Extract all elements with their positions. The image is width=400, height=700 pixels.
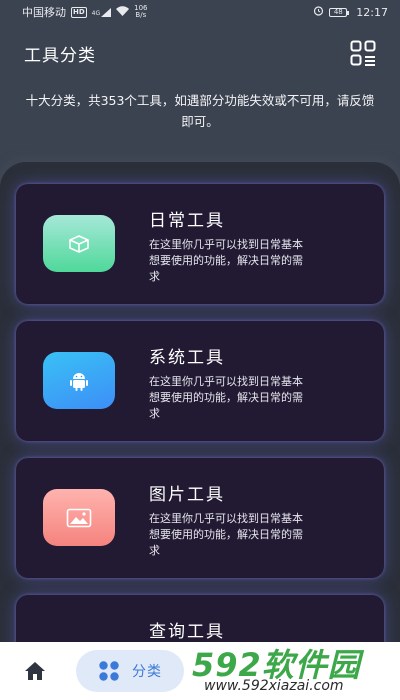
page-subtitle: 十大分类，共353个工具，如遇部分功能失效或不可用，请反馈即可。: [25, 93, 375, 129]
category-grid-icon: [99, 661, 119, 681]
wifi-icon: [116, 5, 130, 19]
box-icon: [69, 234, 89, 253]
category-panel: 日常工具 在这里你几乎可以找到日常基本想要使用的功能，解决日常的需求 系统工具 …: [0, 162, 400, 642]
net-speed: 106 B/s: [134, 5, 147, 19]
network-type: 4G: [91, 9, 101, 17]
card-title: 查询工具: [149, 622, 225, 642]
battery-icon: 48: [329, 7, 350, 17]
carrier-name: 中国移动: [22, 6, 66, 19]
card-title: 图片工具: [149, 485, 225, 505]
home-icon: [25, 662, 45, 680]
nav-home-button[interactable]: [20, 656, 50, 686]
card-title: 日常工具: [149, 211, 225, 231]
hd-badge: HD: [71, 6, 87, 18]
card-icon-bg: [43, 489, 115, 546]
card-icon-bg: [43, 352, 115, 409]
nav-category-button[interactable]: 分类: [76, 650, 184, 692]
grid-menu-button[interactable]: [350, 40, 376, 66]
card-description: 在这里你几乎可以找到日常基本想要使用的功能，解决日常的需求: [149, 512, 303, 557]
card-description: 在这里你几乎可以找到日常基本想要使用的功能，解决日常的需求: [149, 375, 303, 420]
net-speed-unit: B/s: [135, 11, 147, 19]
status-bar: 中国移动 HD 4G 106 B/s 48 12:17: [0, 0, 400, 24]
header: 工具分类: [24, 40, 376, 66]
category-card-system[interactable]: 系统工具 在这里你几乎可以找到日常基本想要使用的功能，解决日常的需求: [16, 321, 384, 441]
category-card-image[interactable]: 图片工具 在这里你几乎可以找到日常基本想要使用的功能，解决日常的需求: [16, 458, 384, 578]
card-icon-bg: [43, 215, 115, 272]
category-card-daily[interactable]: 日常工具 在这里你几乎可以找到日常基本想要使用的功能，解决日常的需求: [16, 184, 384, 304]
card-title: 系统工具: [149, 348, 225, 368]
status-left: 中国移动 HD 4G 106 B/s: [22, 4, 148, 20]
status-right: 48 12:17: [313, 5, 388, 19]
nav-category-label: 分类: [132, 664, 162, 680]
grid-menu-icon: [350, 40, 376, 66]
page-title: 工具分类: [24, 45, 96, 66]
status-time: 12:17: [356, 5, 388, 19]
alarm-icon: [313, 5, 324, 19]
card-description: 在这里你几乎可以找到日常基本想要使用的功能，解决日常的需求: [149, 238, 303, 283]
image-icon: [66, 508, 92, 527]
android-icon: [70, 372, 88, 391]
signal-icon: 4G: [91, 7, 112, 17]
category-card-query[interactable]: 查询工具: [16, 595, 384, 642]
site-watermark: 592软件园 www.592xiazai.com: [192, 640, 392, 700]
watermark-url: www.592xiazai.com: [204, 678, 344, 694]
